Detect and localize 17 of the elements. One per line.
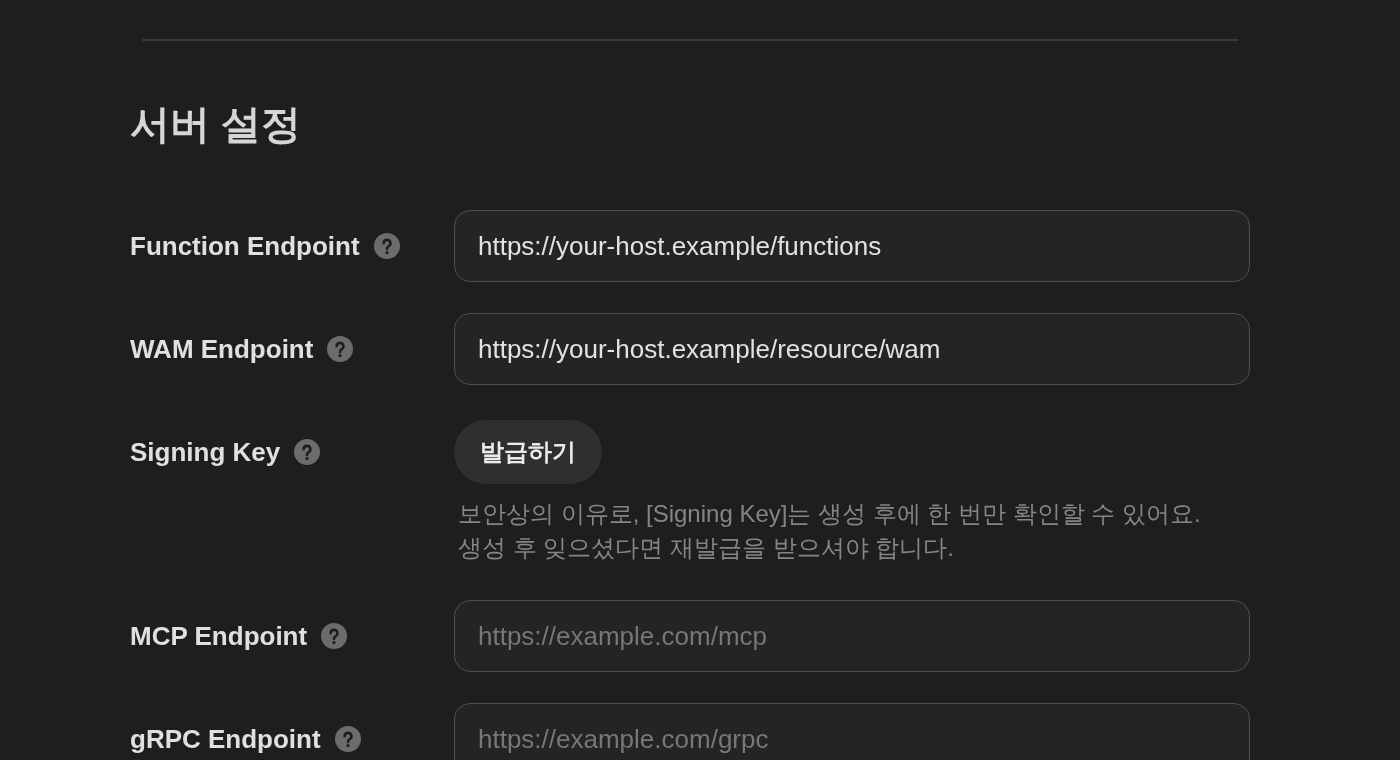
field-label: WAM Endpoint <box>130 335 314 363</box>
url-field[interactable]: https://your-host.example/resource/wam <box>454 313 1250 385</box>
help-icon[interactable] <box>321 623 348 649</box>
help-icon[interactable] <box>334 726 361 752</box>
help-icon[interactable] <box>327 336 354 362</box>
hint-text: 보안상의 이유로, [Signing Key]는 생성 후에 한 번만 확인할 수 있어요. 생성 후 잊으셨다면 재발급을 받으셔야 합니다. <box>458 499 1202 563</box>
field-label: Signing Key <box>130 438 281 466</box>
field-label: Function Endpoint <box>130 232 360 260</box>
field-label: gRPC Endpoint <box>130 725 321 753</box>
help-icon[interactable] <box>294 439 321 465</box>
url-field[interactable]: https://example.com/mcp <box>454 600 1250 672</box>
section-title: 서버 설정 <box>130 101 302 148</box>
url-field[interactable]: https://example.com/grpc <box>454 703 1250 760</box>
field-label: MCP Endpoint <box>130 622 308 650</box>
issue-button[interactable]: 발급하기 <box>454 420 602 484</box>
help-icon[interactable] <box>373 233 400 259</box>
url-field[interactable]: https://your-host.example/functions <box>454 210 1250 282</box>
